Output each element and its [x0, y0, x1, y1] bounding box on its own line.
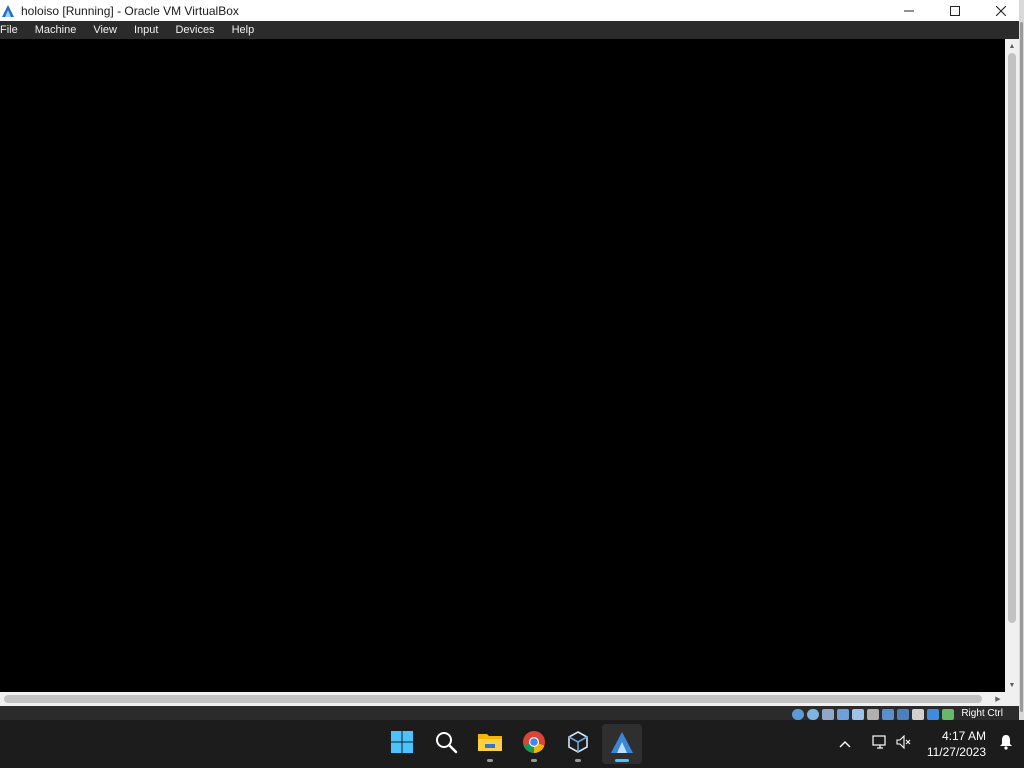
network-icon: [872, 734, 888, 754]
status-indicators: Right Ctrl: [792, 708, 1003, 720]
notifications-button[interactable]: [996, 728, 1016, 760]
volume-muted-icon: [896, 734, 912, 754]
start-button[interactable]: [382, 724, 422, 764]
vm-display[interactable]: [0, 39, 1005, 692]
running-indicator: [487, 759, 493, 762]
shared-folders-icon[interactable]: [837, 708, 850, 720]
cpu-icon[interactable]: [912, 708, 925, 720]
audio-icon[interactable]: [807, 708, 820, 720]
bell-icon: [999, 734, 1013, 755]
menu-help[interactable]: Help: [232, 24, 255, 36]
chevron-up-icon: [839, 735, 851, 753]
clock[interactable]: 4:17 AM 11/27/2023: [927, 728, 986, 760]
menu-view[interactable]: View: [93, 24, 117, 36]
horizontal-scrollbar[interactable]: ▶: [0, 692, 1005, 706]
vm-statusbar: Right Ctrl: [0, 706, 1019, 720]
window-titlebar[interactable]: holoiso [Running] - Oracle VM VirtualBox: [0, 0, 1024, 21]
vertical-scroll-thumb[interactable]: [1008, 53, 1016, 623]
active-indicator: [615, 759, 629, 762]
windows-start-icon: [390, 730, 414, 759]
running-indicator: [531, 759, 537, 762]
virtualbox-vm-button[interactable]: [602, 724, 642, 764]
menubar: File Machine View Input Devices Help: [0, 21, 1024, 39]
minimize-button[interactable]: [886, 0, 932, 21]
close-button[interactable]: [978, 0, 1024, 21]
search-icon: [434, 730, 458, 759]
scroll-right-arrow-icon[interactable]: ▶: [991, 692, 1005, 706]
system-tray: 4:17 AM 11/27/2023: [833, 720, 1024, 768]
virtualbox-vm-icon: [609, 729, 635, 760]
outer-scroll-thumb[interactable]: [1020, 22, 1023, 712]
outer-scrollbar[interactable]: [1019, 0, 1024, 720]
clock-time: 4:17 AM: [941, 729, 986, 743]
maximize-button[interactable]: [932, 0, 978, 21]
network-volume-button[interactable]: [863, 728, 921, 760]
display-icon[interactable]: [867, 708, 880, 720]
window-controls: [886, 0, 1024, 21]
chrome-button[interactable]: [514, 724, 554, 764]
scroll-down-arrow-icon[interactable]: ▼: [1005, 678, 1019, 692]
usb-icon[interactable]: [852, 708, 865, 720]
scrollbar-corner: [1005, 692, 1019, 706]
optical-drive-icon[interactable]: [792, 708, 805, 720]
menu-file[interactable]: File: [0, 24, 18, 36]
taskbar-apps: [380, 720, 644, 768]
show-hidden-icons-button[interactable]: [833, 728, 857, 760]
virtualbox-vm-icon: [0, 3, 16, 19]
menu-input[interactable]: Input: [134, 24, 158, 36]
recording-icon[interactable]: [882, 708, 895, 720]
file-explorer-button[interactable]: [470, 724, 510, 764]
capture-icon[interactable]: [897, 708, 910, 720]
chrome-icon: [522, 730, 546, 759]
virtualbox-icon: [566, 730, 590, 759]
search-button[interactable]: [426, 724, 466, 764]
menu-devices[interactable]: Devices: [175, 24, 214, 36]
taskbar: 4:17 AM 11/27/2023: [0, 720, 1024, 768]
running-indicator: [575, 759, 581, 762]
horizontal-scroll-thumb[interactable]: [4, 695, 982, 703]
menu-machine[interactable]: Machine: [35, 24, 77, 36]
scroll-up-arrow-icon[interactable]: ▲: [1005, 39, 1019, 53]
window-title: holoiso [Running] - Oracle VM VirtualBox: [21, 3, 239, 18]
network-icon[interactable]: [822, 708, 835, 720]
vertical-scrollbar[interactable]: ▲ ▼: [1005, 39, 1019, 692]
keyboard-icon[interactable]: [942, 708, 955, 720]
file-explorer-icon: [477, 730, 503, 759]
virtualbox-button[interactable]: [558, 724, 598, 764]
clock-date: 11/27/2023: [926, 745, 986, 759]
host-key-label: Right Ctrl: [961, 708, 1003, 719]
mouse-integration-icon[interactable]: [927, 708, 940, 720]
